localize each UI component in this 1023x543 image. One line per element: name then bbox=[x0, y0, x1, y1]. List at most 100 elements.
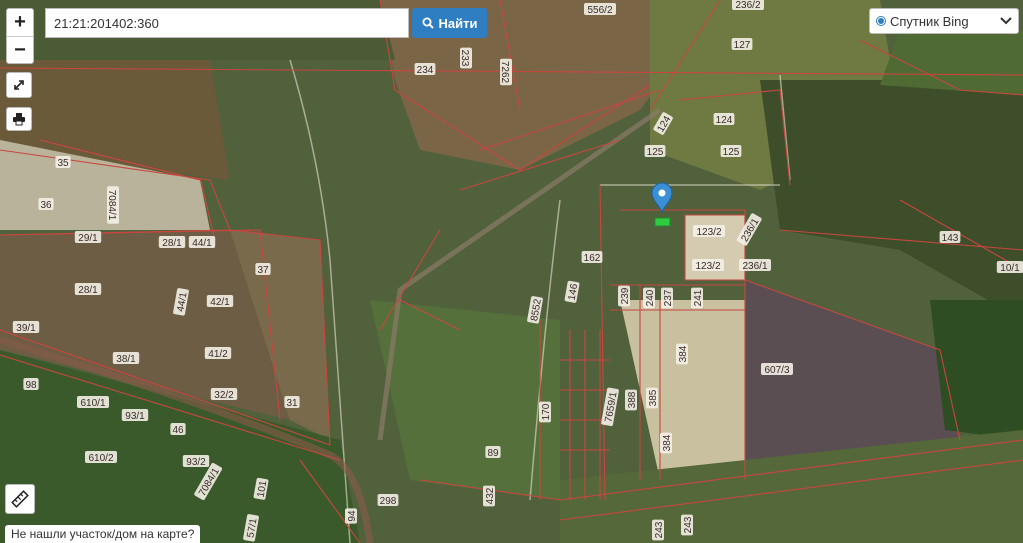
parcel-label: 28/1 bbox=[158, 236, 186, 249]
layer-select-label: Спутник Bing bbox=[890, 13, 969, 29]
parcel-label-text: 125 bbox=[723, 147, 740, 158]
parcel-label: 28/1 bbox=[74, 283, 102, 296]
parcel-label-text: 298 bbox=[380, 496, 397, 507]
parcel-label: 233 bbox=[459, 47, 472, 69]
fullscreen-button[interactable] bbox=[6, 72, 32, 98]
parcel-label-text: 143 bbox=[942, 233, 959, 244]
search-icon bbox=[422, 17, 434, 29]
zoom-control: + − bbox=[6, 8, 34, 64]
parcel-label-text: 384 bbox=[678, 345, 689, 362]
parcel-label-text: 123/2 bbox=[696, 227, 721, 238]
parcel-label-text: 607/3 bbox=[764, 365, 789, 376]
parcel-label: 42/1 bbox=[206, 295, 234, 308]
parcel-label-text: 236/1 bbox=[742, 261, 767, 272]
parcel-label-text: 37 bbox=[257, 265, 269, 276]
layer-radio[interactable] bbox=[876, 16, 886, 26]
parcel-label: 29/1 bbox=[74, 231, 102, 244]
parcel-label-text: 432 bbox=[485, 487, 496, 504]
parcel-label-text: 243 bbox=[683, 516, 694, 533]
print-button[interactable] bbox=[6, 107, 32, 131]
parcel-label-text: 243 bbox=[654, 521, 665, 538]
parcel-label: 234 bbox=[414, 63, 436, 76]
parcel-label: 124 bbox=[713, 113, 735, 126]
parcel-label: 89 bbox=[485, 446, 501, 459]
parcel-label: 31 bbox=[284, 396, 300, 409]
satellite-map[interactable]: 556/2 236/21272342337262124 124125 1253536 7… bbox=[0, 0, 1023, 543]
parcel-label-text: 42/1 bbox=[210, 297, 230, 308]
parcel-label: 236/1 bbox=[739, 259, 771, 272]
parcel-label-text: 125 bbox=[647, 147, 664, 158]
parcel-label: 94 bbox=[345, 508, 358, 524]
parcel-label: 388 bbox=[625, 389, 638, 411]
parcel-label: 35 bbox=[55, 156, 71, 169]
parcel-label-text: 610/1 bbox=[80, 398, 105, 409]
parcel-label: 123/2 bbox=[693, 225, 725, 238]
parcel-label: 7262 bbox=[499, 58, 512, 86]
parcel-label: 385 bbox=[646, 387, 659, 409]
parcel-label: 125 bbox=[644, 145, 666, 158]
parcel-label: 98 bbox=[23, 378, 39, 391]
parcel-label-text: 384 bbox=[662, 434, 673, 451]
parcel-label: 384 bbox=[660, 432, 673, 454]
parcel-label: 36 bbox=[38, 198, 54, 211]
parcel-label-text: 41/2 bbox=[208, 349, 228, 360]
parcel-label-text: 234 bbox=[417, 65, 434, 76]
find-button[interactable]: Найти bbox=[412, 8, 487, 38]
parcel-label: 32/2 bbox=[210, 388, 238, 401]
parcel-label-text: 237 bbox=[663, 289, 674, 306]
parcel-label-text: 10/1 bbox=[1000, 263, 1020, 274]
parcel-label: 10/1 bbox=[996, 261, 1023, 274]
parcel-label: 162 bbox=[581, 251, 603, 264]
measure-button[interactable] bbox=[5, 484, 35, 514]
parcel-label: 125 bbox=[720, 145, 742, 158]
parcel-label: 93/2 bbox=[182, 455, 210, 468]
zoom-in-button[interactable]: + bbox=[7, 9, 33, 36]
parcel-label-text: 388 bbox=[627, 391, 638, 408]
parcel-label-text: 170 bbox=[541, 403, 552, 420]
parcel-label: 46 bbox=[170, 423, 186, 436]
parcel-label: 38/1 bbox=[112, 352, 140, 365]
zoom-out-button[interactable]: − bbox=[7, 36, 33, 64]
parcel-label-text: 93/2 bbox=[186, 457, 206, 468]
parcel-label-text: 7084/1 bbox=[106, 190, 117, 221]
parcel-label: 556/2 bbox=[584, 3, 616, 16]
parcel-label: 237 bbox=[661, 287, 674, 309]
parcel-label: 610/1 bbox=[77, 396, 109, 409]
parcel-label-text: 124 bbox=[716, 115, 733, 126]
print-icon bbox=[13, 113, 25, 126]
parcel-label: 243 bbox=[652, 519, 665, 541]
parcel-label-text: 44/1 bbox=[192, 238, 212, 249]
parcel-label-text: 94 bbox=[347, 510, 358, 522]
parcel-label-text: 610/2 bbox=[88, 453, 113, 464]
search-input[interactable] bbox=[45, 8, 409, 38]
parcel-label-text: 233 bbox=[459, 50, 470, 67]
parcel-label-text: 29/1 bbox=[78, 233, 98, 244]
parcel-label-text: 31 bbox=[286, 398, 298, 409]
parcel-label: 7084/1 bbox=[106, 186, 119, 224]
parcel-label-text: 7262 bbox=[499, 61, 510, 84]
parcel-label: 44/1 bbox=[188, 236, 216, 249]
parcel-label: 127 bbox=[731, 38, 753, 51]
parcel-label-text: 127 bbox=[734, 40, 751, 51]
parcel-label-text: 28/1 bbox=[162, 238, 182, 249]
parcel-label-text: 98 bbox=[25, 380, 37, 391]
parcel-label-text: 236/2 bbox=[735, 0, 760, 11]
parcel-label: 241 bbox=[691, 287, 704, 309]
parcel-label: 610/2 bbox=[85, 451, 117, 464]
parcel-label: 298 bbox=[377, 494, 399, 507]
parcel-label-text: 36 bbox=[40, 200, 52, 211]
parcel-label-text: 28/1 bbox=[78, 285, 98, 296]
find-button-label: Найти bbox=[438, 15, 478, 31]
not-found-link[interactable]: Не нашли участок/дом на карте? bbox=[5, 525, 201, 543]
selected-parcel[interactable] bbox=[654, 217, 671, 227]
fullscreen-icon bbox=[14, 80, 24, 90]
parcel-label-text: 162 bbox=[584, 253, 601, 264]
parcel-label-text: 385 bbox=[648, 389, 659, 406]
ruler-icon bbox=[11, 490, 29, 508]
parcel-label-text: 46 bbox=[172, 425, 184, 436]
parcel-label-text: 38/1 bbox=[116, 354, 136, 365]
parcel-label-text: 89 bbox=[487, 448, 499, 459]
parcel-label: 123/2 bbox=[692, 259, 724, 272]
parcel-label: 384 bbox=[676, 343, 689, 365]
map-layer-select[interactable]: Спутник Bing bbox=[869, 8, 1019, 34]
